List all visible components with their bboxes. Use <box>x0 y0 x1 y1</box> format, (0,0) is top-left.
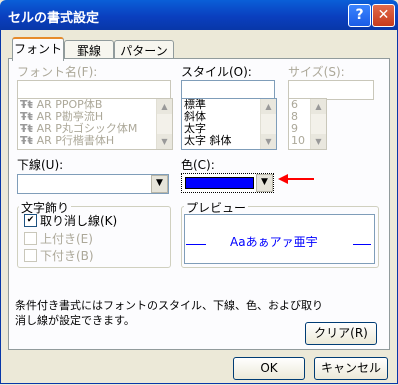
size-label: サイズ(S): <box>288 65 345 79</box>
chevron-down-icon[interactable]: ▼ <box>256 174 273 192</box>
strikethrough-label[interactable]: 取り消し線(K) <box>40 212 117 229</box>
ok-button[interactable]: OK <box>233 357 305 380</box>
strikethrough-checkbox[interactable]: ✔ <box>24 214 37 227</box>
font-name-label: フォント名(F): <box>17 65 98 79</box>
scroll-down-icon[interactable]: ▼ <box>261 134 276 149</box>
color-swatch <box>185 177 254 189</box>
style-label: スタイル(O): <box>181 65 252 79</box>
underline-select[interactable]: ▼ <box>17 174 169 194</box>
clear-button[interactable]: クリア(R) <box>305 322 377 345</box>
underline-label: 下線(U): <box>17 158 64 172</box>
scroll-up-icon[interactable]: ▲ <box>261 99 276 114</box>
help-button[interactable]: ? <box>348 4 371 27</box>
size-list: 6 8 9 10 ▲ ▼ <box>288 98 327 150</box>
scroll-up-icon: ▲ <box>157 99 172 114</box>
superscript-checkbox <box>24 232 37 245</box>
underline-value <box>18 177 21 191</box>
scroll-down-icon: ▼ <box>311 134 326 149</box>
cancel-button[interactable]: キャンセル <box>314 357 388 380</box>
close-button[interactable]: ✕ <box>372 4 395 27</box>
preview-line-right <box>353 244 371 245</box>
color-select[interactable]: ▼ <box>181 173 274 193</box>
scroll-up-icon: ▲ <box>311 99 326 114</box>
size-input <box>288 80 374 100</box>
preview-text: Aaあぁアァ亜宇 <box>230 235 318 249</box>
preview-line-left <box>186 244 206 245</box>
red-arrow-annotation <box>278 174 314 184</box>
size-list-scrollbar: ▲ ▼ <box>310 99 326 149</box>
style-input[interactable] <box>181 80 275 100</box>
subscript-label: 下付き(B) <box>40 249 94 263</box>
font-name-list: Ŧŧ AR PPOP体B Ŧŧ AR P勘亭流H Ŧŧ AR P丸ゴシック体M … <box>17 98 173 150</box>
font-name-input <box>17 80 171 100</box>
window-title: セルの書式設定 <box>8 11 100 26</box>
scroll-down-icon: ▼ <box>157 134 172 149</box>
note-text: 条件付き書式にはフォントのスタイル、下線、色、および取り消し線が設定できます。 <box>15 299 323 327</box>
tab-font[interactable]: フォント <box>12 37 64 61</box>
style-list[interactable]: 標準 斜体 太字 太字 斜体 ▲ ▼ <box>181 98 277 150</box>
superscript-label: 上付き(E) <box>40 232 93 246</box>
style-list-scrollbar[interactable]: ▲ ▼ <box>260 99 276 149</box>
font-list-scrollbar: ▲ ▼ <box>156 99 172 149</box>
color-label: 色(C): <box>181 158 215 172</box>
subscript-checkbox <box>24 249 37 262</box>
font-list-item: Ŧŧ AR P行楷書体H <box>20 134 115 147</box>
chevron-down-icon[interactable]: ▼ <box>151 175 168 193</box>
